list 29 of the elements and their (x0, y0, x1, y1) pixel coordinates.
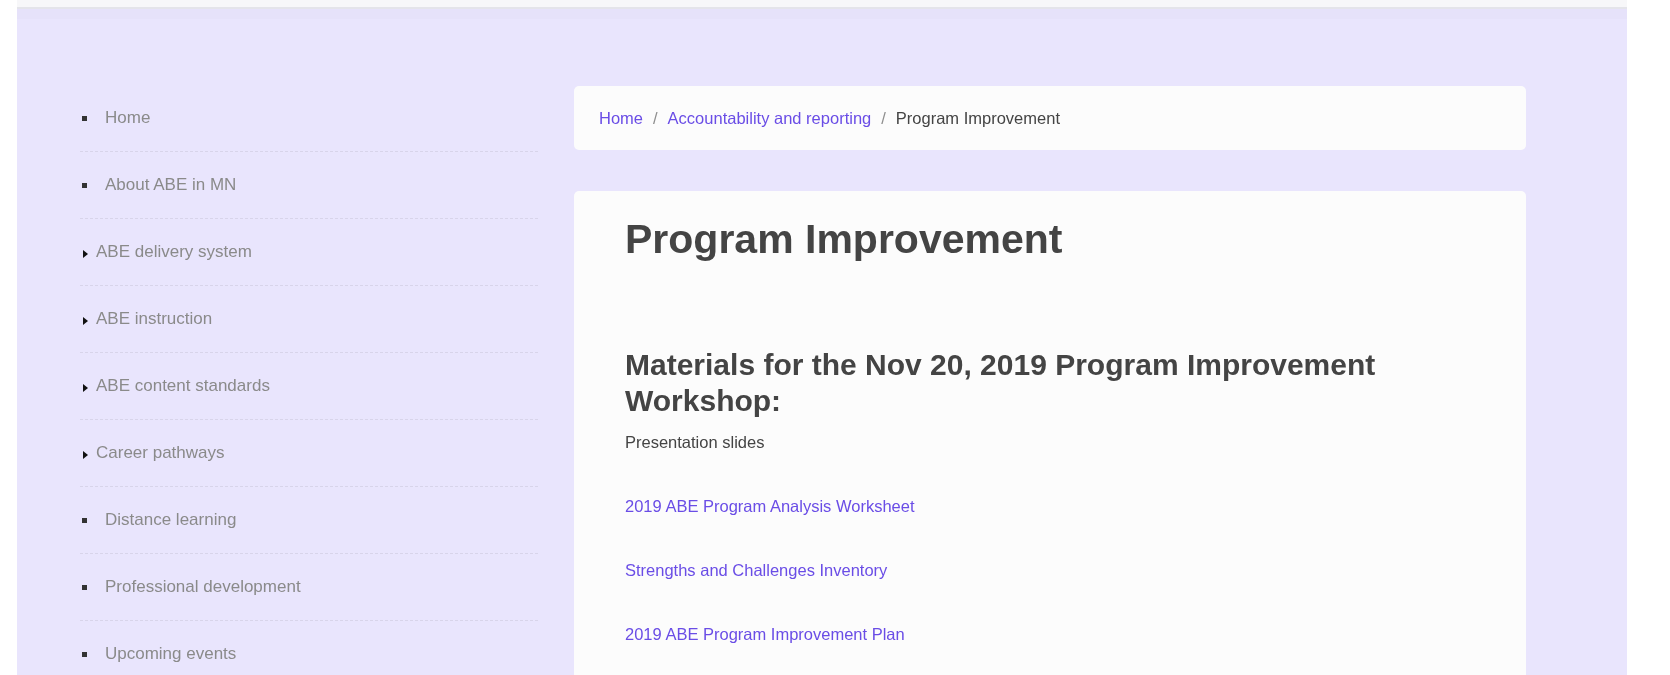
section-heading: Materials for the Nov 20, 2019 Program Improvement Workshop: (625, 347, 1377, 419)
expand-arrow-icon (83, 317, 88, 325)
document-link[interactable]: 2019 ABE Program Analysis Worksheet (625, 497, 915, 516)
page-title: Program Improvement (625, 215, 1064, 264)
sidebar-item[interactable]: Home (80, 85, 538, 152)
bullet-icon (82, 115, 87, 121)
document-link[interactable]: 2019 ABE Program Improvement Plan (625, 625, 905, 644)
sidebar-item[interactable]: Professional development (80, 554, 538, 621)
sidebar-item[interactable]: Distance learning (80, 487, 538, 554)
breadcrumb-link[interactable]: Home (599, 108, 643, 128)
bullet-icon (82, 584, 87, 590)
bullet-icon (82, 182, 87, 188)
sidebar-item[interactable]: Upcoming events (80, 621, 538, 675)
expand-arrow-icon (83, 250, 88, 258)
bullet-icon (82, 517, 87, 523)
sidebar-item[interactable]: About ABE in MN (80, 152, 538, 219)
breadcrumb-link[interactable]: Accountability and reporting (667, 108, 872, 128)
sidebar-item[interactable]: ABE content standards (80, 353, 538, 420)
sidebar-item[interactable]: Career pathways (80, 420, 538, 487)
sidebar-item[interactable]: ABE instruction (80, 286, 538, 353)
breadcrumb-current: Program Improvement (895, 108, 1060, 128)
breadcrumb-separator: / (881, 108, 886, 128)
body-text: Presentation slides (625, 433, 765, 452)
document-link[interactable]: Strengths and Challenges Inventory (625, 561, 888, 580)
bullet-icon (82, 651, 87, 657)
sidebar-item[interactable]: ABE delivery system (80, 219, 538, 286)
expand-arrow-icon (83, 451, 88, 459)
expand-arrow-icon (83, 384, 88, 392)
breadcrumb-separator: / (653, 108, 658, 128)
